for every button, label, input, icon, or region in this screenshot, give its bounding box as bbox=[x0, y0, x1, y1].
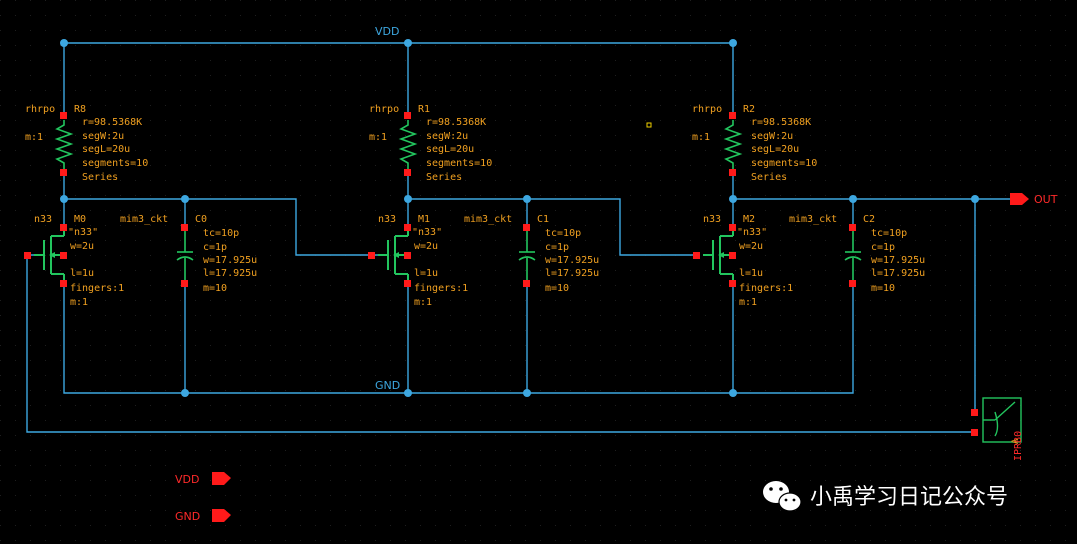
capacitor-cell-name: mim3_ckt bbox=[120, 214, 168, 225]
transistor-fingers: fingers:1 bbox=[414, 283, 468, 294]
transistor-length: l=1u bbox=[739, 268, 763, 279]
transistor-model: "n33" bbox=[737, 227, 767, 238]
capacitor-l-param: l=17.925u bbox=[545, 268, 599, 279]
resistor-instance-name: R2 bbox=[743, 104, 755, 115]
output-pin-out[interactable]: OUT bbox=[1010, 193, 1058, 206]
transistor-length: l=1u bbox=[70, 268, 94, 279]
capacitor-cell-name: mim3_ckt bbox=[464, 214, 512, 225]
capacitor-tc-param: tc=10p bbox=[545, 228, 581, 239]
probe-pin-label: A bbox=[1011, 438, 1021, 444]
schematic-canvas[interactable]: VDD GND rhrpo m:1 R8 r=98.5368K segW:2u … bbox=[0, 0, 1077, 544]
resistor-segments-param: segments=10 bbox=[82, 158, 148, 169]
resistor-mode: Series bbox=[426, 172, 462, 183]
resistor-mode: Series bbox=[82, 172, 118, 183]
transistor-cell-name: n33 bbox=[34, 214, 52, 225]
net-label-gnd: GND bbox=[375, 379, 400, 392]
resistor-segl-param: segL=20u bbox=[426, 144, 474, 155]
resistor-mode: Series bbox=[751, 172, 787, 183]
resistor-segw-param: segW:2u bbox=[751, 131, 793, 142]
capacitor-l-param: l=17.925u bbox=[871, 268, 925, 279]
capacitor-tc-param: tc=10p bbox=[203, 228, 239, 239]
capacitor-c-param: c=1p bbox=[203, 242, 227, 253]
capacitor-tc-param: tc=10p bbox=[871, 228, 907, 239]
transistor-instance-name: M0 bbox=[74, 214, 86, 225]
resistor-multiplier: m:1 bbox=[25, 132, 43, 143]
transistor-width: w=2u bbox=[414, 241, 438, 252]
watermark-text: 小禹学习日记公众号 bbox=[810, 485, 1008, 510]
pin-label-vdd: VDD bbox=[175, 473, 199, 486]
capacitor-instance-name: C1 bbox=[537, 214, 549, 225]
transistor-width: w=2u bbox=[739, 241, 763, 252]
resistor-r-param: r=98.5368K bbox=[82, 117, 142, 128]
resistor-segments-param: segments=10 bbox=[426, 158, 492, 169]
transistor-instance-name: M1 bbox=[418, 214, 430, 225]
capacitor-l-param: l=17.925u bbox=[203, 268, 257, 279]
resistor-segw-param: segW:2u bbox=[426, 131, 468, 142]
transistor-multiplier: m:1 bbox=[414, 297, 432, 308]
pin-label-out: OUT bbox=[1034, 193, 1058, 206]
transistor-multiplier: m:1 bbox=[739, 297, 757, 308]
probe-instance-name: IPRB0 bbox=[1013, 431, 1024, 461]
capacitor-c-param: c=1p bbox=[545, 242, 569, 253]
resistor-cell-name: rhrpo bbox=[25, 104, 55, 115]
capacitor-m-param: m=10 bbox=[871, 283, 895, 294]
capacitor-m-param: m=10 bbox=[203, 283, 227, 294]
transistor-width: w=2u bbox=[70, 241, 94, 252]
resistor-segl-param: segL=20u bbox=[751, 144, 799, 155]
resistor-instance-name: R1 bbox=[418, 104, 430, 115]
transistor-cell-name: n33 bbox=[703, 214, 721, 225]
capacitor-w-param: w=17.925u bbox=[871, 255, 925, 266]
capacitor-instance-name: C0 bbox=[195, 214, 207, 225]
transistor-fingers: fingers:1 bbox=[70, 283, 124, 294]
transistor-multiplier: m:1 bbox=[70, 297, 88, 308]
transistor-cell-name: n33 bbox=[378, 214, 396, 225]
capacitor-c-param: c=1p bbox=[871, 242, 895, 253]
resistor-cell-name: rhrpo bbox=[369, 104, 399, 115]
resistor-segments-param: segments=10 bbox=[751, 158, 817, 169]
resistor-instance-name: R8 bbox=[74, 104, 86, 115]
transistor-length: l=1u bbox=[414, 268, 438, 279]
transistor-model: "n33" bbox=[68, 227, 98, 238]
transistor-fingers: fingers:1 bbox=[739, 283, 793, 294]
pin-label-gnd: GND bbox=[175, 510, 200, 523]
resistor-r-param: r=98.5368K bbox=[426, 117, 486, 128]
resistor-cell-name: rhrpo bbox=[692, 104, 722, 115]
net-label-vdd: VDD bbox=[375, 25, 399, 38]
capacitor-w-param: w=17.925u bbox=[203, 255, 257, 266]
resistor-multiplier: m:1 bbox=[369, 132, 387, 143]
capacitor-instance-name: C2 bbox=[863, 214, 875, 225]
capacitor-cell-name: mim3_ckt bbox=[789, 214, 837, 225]
transistor-instance-name: M2 bbox=[743, 214, 755, 225]
resistor-segl-param: segL=20u bbox=[82, 144, 130, 155]
resistor-r-param: r=98.5368K bbox=[751, 117, 811, 128]
capacitor-m-param: m=10 bbox=[545, 283, 569, 294]
capacitor-w-param: w=17.925u bbox=[545, 255, 599, 266]
resistor-multiplier: m:1 bbox=[692, 132, 710, 143]
transistor-model: "n33" bbox=[412, 227, 442, 238]
resistor-segw-param: segW:2u bbox=[82, 131, 124, 142]
